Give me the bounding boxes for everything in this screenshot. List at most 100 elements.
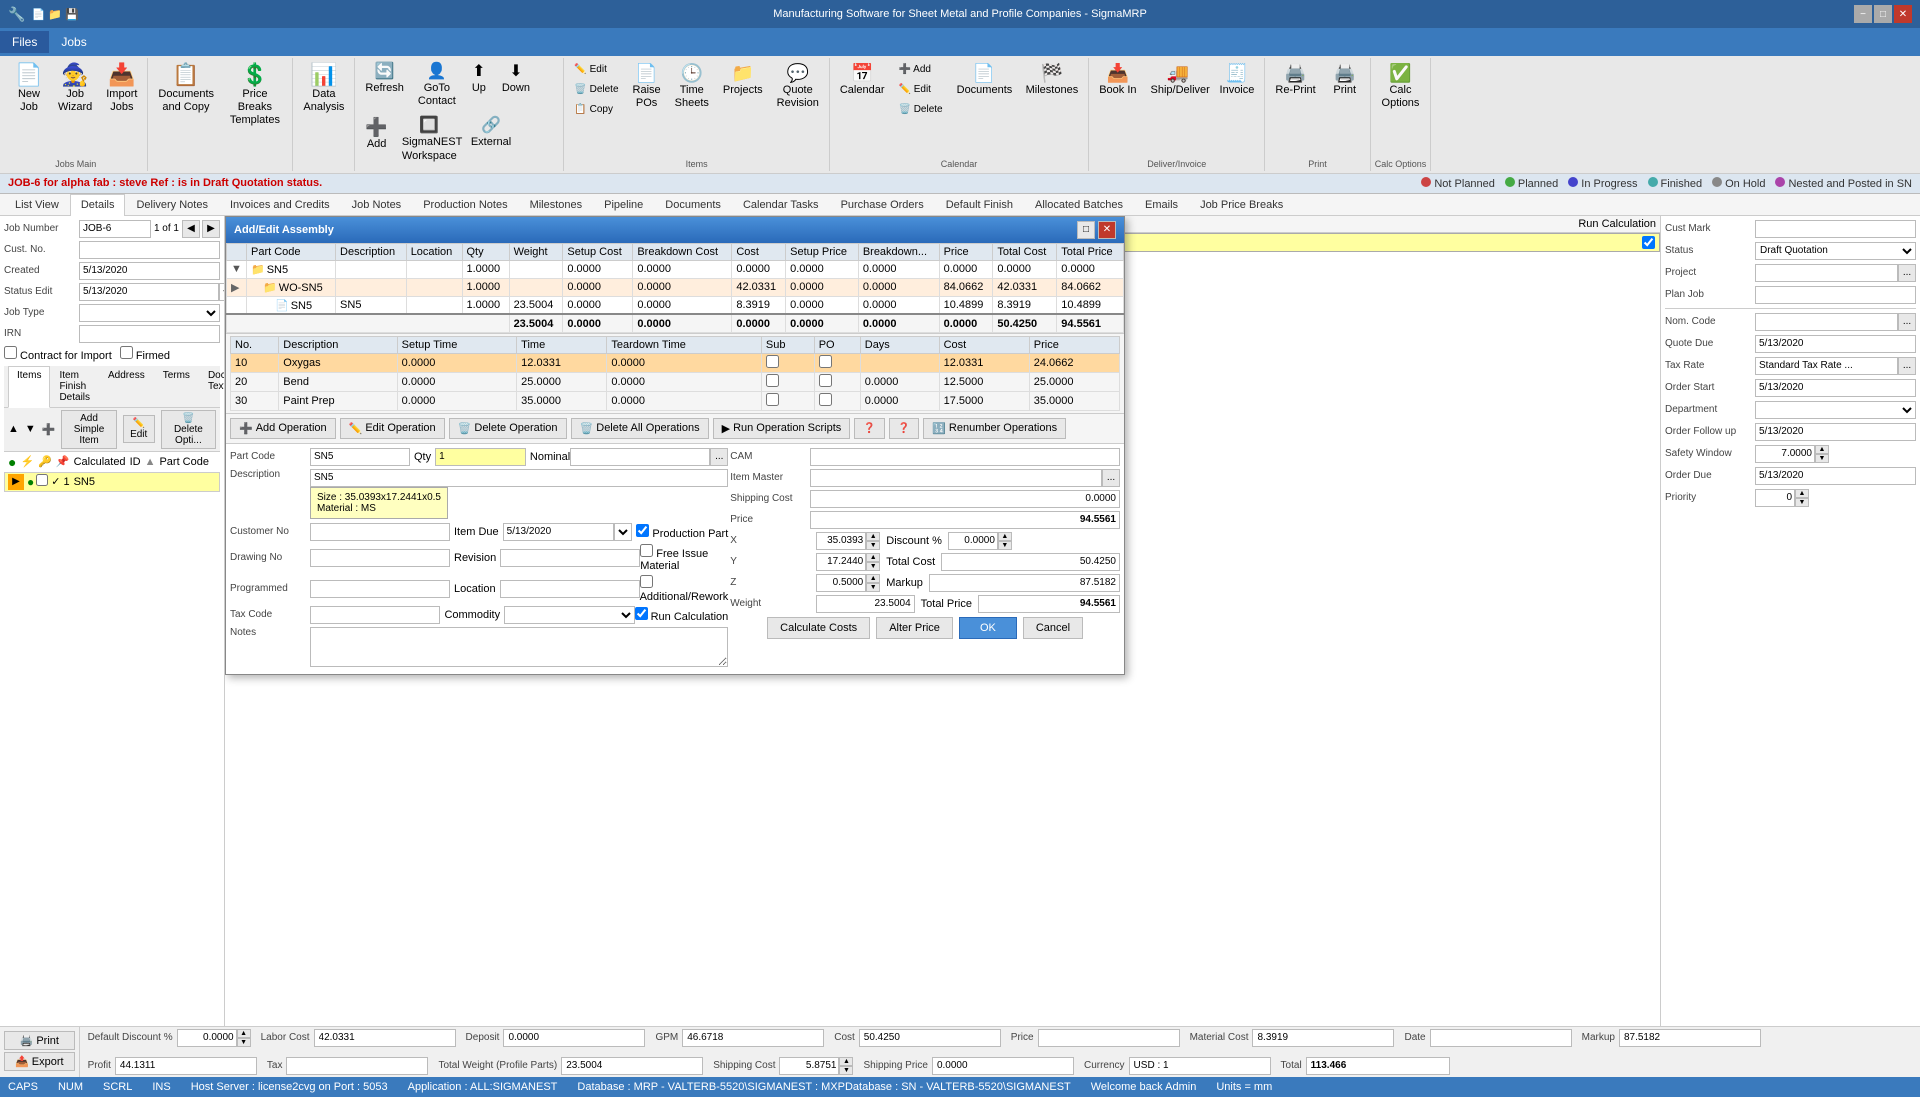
- notes-form-textarea[interactable]: [310, 627, 728, 667]
- status-edit-input[interactable]: [79, 283, 219, 301]
- safety-spin-up[interactable]: ▲: [1815, 445, 1829, 454]
- safety-spin-buttons[interactable]: ▲ ▼: [1815, 445, 1829, 463]
- y-spin-buttons[interactable]: ▲ ▼: [866, 553, 880, 571]
- tab-calendar-tasks[interactable]: Calendar Tasks: [732, 194, 830, 215]
- discount-form-input[interactable]: [948, 532, 998, 550]
- minimize-button[interactable]: −: [1854, 5, 1872, 23]
- deposit-input[interactable]: [503, 1029, 645, 1047]
- order-due-input[interactable]: [1755, 467, 1916, 485]
- material-cost-input[interactable]: [1252, 1029, 1394, 1047]
- x-spin-down[interactable]: ▼: [866, 541, 880, 550]
- y-spin-up[interactable]: ▲: [866, 553, 880, 562]
- order-follow-up-input[interactable]: [1755, 423, 1916, 441]
- tab-documents[interactable]: Documents: [654, 194, 732, 215]
- import-jobs-button[interactable]: 📥 ImportJobs: [100, 60, 143, 118]
- qty-form-input[interactable]: [435, 448, 526, 466]
- tab-list-view[interactable]: List View: [4, 194, 70, 215]
- dialog-close-button[interactable]: ✕: [1098, 221, 1116, 239]
- priority-spin-down[interactable]: ▼: [1795, 498, 1809, 507]
- x-spin-buttons[interactable]: ▲ ▼: [866, 532, 880, 550]
- calc-options-button[interactable]: ✅ CalcOptions: [1376, 60, 1426, 114]
- total-cost-form-input[interactable]: [941, 553, 1120, 571]
- status-right-select[interactable]: Draft Quotation: [1755, 242, 1916, 260]
- z-spinbox[interactable]: ▲ ▼: [816, 574, 880, 592]
- tab-milestones[interactable]: Milestones: [519, 194, 594, 215]
- table-row[interactable]: 📄SN5 SN5 1.0000 23.5004 0.0000 0.0000 8.…: [227, 296, 1124, 314]
- nominal-browse-button[interactable]: ...: [710, 448, 728, 466]
- discount-spin-down[interactable]: ▼: [998, 541, 1012, 550]
- ship-spin[interactable]: ▲ ▼: [839, 1057, 853, 1075]
- cust-no-input[interactable]: [79, 241, 220, 259]
- dialog-restore-button[interactable]: □: [1077, 221, 1095, 239]
- job-type-select[interactable]: [79, 304, 220, 322]
- item-master-form-input[interactable]: [810, 469, 1102, 487]
- nominal-form-input[interactable]: [570, 448, 710, 466]
- discount-spin-up[interactable]: ▲: [998, 532, 1012, 541]
- safety-window-spinbox[interactable]: ▲ ▼: [1755, 445, 1829, 463]
- ship-up[interactable]: ▲: [839, 1057, 853, 1066]
- renumber-button[interactable]: 🔢 Renumber Operations: [923, 418, 1066, 439]
- markup-form-input[interactable]: [929, 574, 1120, 592]
- x-form-input[interactable]: [816, 532, 866, 550]
- created-input[interactable]: [79, 262, 220, 280]
- markup-bb-input[interactable]: [1619, 1029, 1761, 1047]
- z-form-input[interactable]: [816, 574, 866, 592]
- total-price-form-input[interactable]: [978, 595, 1120, 613]
- plan-job-input[interactable]: [1755, 286, 1916, 304]
- item-row[interactable]: ▶ ● ✓ 1 SN5: [4, 472, 220, 492]
- free-issue-check[interactable]: Free Issue Material: [640, 544, 728, 572]
- drawing-no-form-input[interactable]: [310, 549, 450, 567]
- documents-copy-button[interactable]: 📋 Documentsand Copy: [152, 60, 219, 118]
- quote-due-input[interactable]: [1755, 335, 1916, 353]
- data-analysis-button[interactable]: 📊 DataAnalysis: [297, 60, 350, 118]
- y-spin-down[interactable]: ▼: [866, 562, 880, 571]
- y-spinbox[interactable]: ▲ ▼: [816, 553, 880, 571]
- tab-details[interactable]: Details: [70, 194, 126, 216]
- window-controls[interactable]: − □ ✕: [1854, 5, 1912, 23]
- help-button-1[interactable]: ❓: [854, 418, 884, 439]
- alter-price-button[interactable]: Alter Price: [876, 617, 953, 639]
- z-spin-down[interactable]: ▼: [866, 583, 880, 592]
- priority-spin-up[interactable]: ▲: [1795, 489, 1809, 498]
- new-job-button[interactable]: 📄 NewJob: [8, 60, 50, 118]
- location-form-input[interactable]: [500, 580, 640, 598]
- external-button[interactable]: 🔗 External: [465, 114, 517, 153]
- calculate-costs-button[interactable]: Calculate Costs: [767, 617, 870, 639]
- ok-button[interactable]: OK: [959, 617, 1017, 639]
- nav-prev-button[interactable]: ◀: [182, 220, 200, 238]
- re-print-button[interactable]: 🖨️ Re-Print: [1269, 60, 1321, 101]
- project-browse-button[interactable]: ...: [1898, 264, 1916, 282]
- priority-input[interactable]: [1755, 489, 1795, 507]
- priority-spinbox[interactable]: ▲ ▼: [1755, 489, 1809, 507]
- job-wizard-button[interactable]: 🧙 JobWizard: [52, 60, 98, 118]
- ship-down[interactable]: ▼: [839, 1066, 853, 1075]
- x-spin-up[interactable]: ▲: [866, 532, 880, 541]
- y-form-input[interactable]: [816, 553, 866, 571]
- add-operation-button[interactable]: ➕ Add Operation: [230, 418, 336, 439]
- up-button[interactable]: ⬆ Up: [464, 60, 494, 99]
- revision-form-input[interactable]: [500, 549, 640, 567]
- run-calc-checkbox[interactable]: [1642, 236, 1655, 249]
- description-form-input[interactable]: [310, 469, 728, 487]
- ship-deliver-button[interactable]: 🚚 Ship/Deliver: [1145, 60, 1212, 101]
- nom-code-browse[interactable]: ...: [1898, 313, 1916, 331]
- sub-tab-items[interactable]: Items: [8, 366, 50, 408]
- edit-doc-button[interactable]: ✏️ Edit: [892, 80, 948, 99]
- price-form-input[interactable]: [810, 511, 1120, 529]
- profit-input[interactable]: [115, 1057, 257, 1075]
- tab-allocated-batches[interactable]: Allocated Batches: [1024, 194, 1134, 215]
- item-checkbox[interactable]: [36, 474, 48, 486]
- edit-item-button[interactable]: ✏️ Edit: [568, 60, 624, 79]
- menu-jobs[interactable]: Jobs: [49, 31, 98, 53]
- raise-po-button[interactable]: 📄 RaisePOs: [627, 60, 667, 114]
- tab-purchase-orders[interactable]: Purchase Orders: [830, 194, 935, 215]
- cancel-button[interactable]: Cancel: [1023, 617, 1083, 639]
- invoice-button[interactable]: 🧾 Invoice: [1214, 60, 1261, 101]
- z-spin-buttons[interactable]: ▲ ▼: [866, 574, 880, 592]
- tax-code-form-input[interactable]: [310, 606, 440, 624]
- table-row[interactable]: ▶ 📁WO-SN5 1.0000 0.0000 0.0000: [227, 278, 1124, 296]
- ops-row[interactable]: 20 Bend 0.0000 25.0000 0.0000 0.0000 12.…: [231, 372, 1120, 391]
- priority-spin-buttons[interactable]: ▲ ▼: [1795, 489, 1809, 507]
- nav-next-button[interactable]: ▶: [202, 220, 220, 238]
- copy-item-button[interactable]: 📋 Copy: [568, 100, 624, 119]
